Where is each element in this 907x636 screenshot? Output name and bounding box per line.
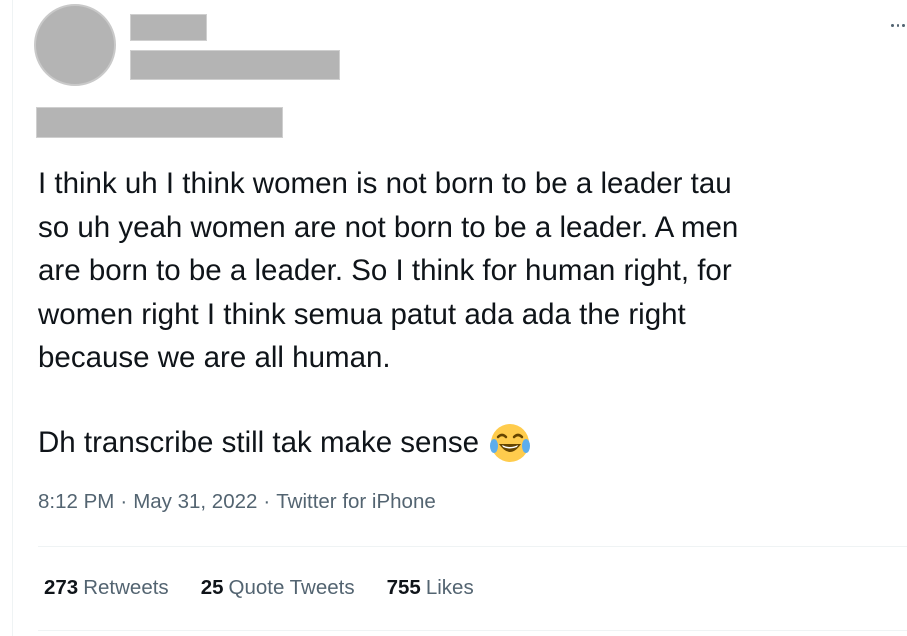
tweet-timestamp-time[interactable]: 8:12 PM xyxy=(38,490,114,514)
tweet-card: I think uh I think women is not born to … xyxy=(0,0,907,636)
avatar[interactable] xyxy=(34,4,116,86)
likes-stat[interactable]: 755 Likes xyxy=(387,576,474,600)
retweets-label: Retweets xyxy=(83,576,169,599)
more-options-icon[interactable] xyxy=(891,24,906,30)
divider xyxy=(38,546,907,547)
retweets-count: 273 xyxy=(44,576,79,599)
redacted-username[interactable] xyxy=(130,50,340,80)
column-border xyxy=(12,0,13,636)
meta-separator: · xyxy=(120,490,128,513)
quote-tweets-stat[interactable]: 25 Quote Tweets xyxy=(201,576,355,600)
tweet-text-line: Dh transcribe still tak make sense xyxy=(38,426,480,459)
tweet-timestamp-date[interactable]: May 31, 2022 xyxy=(133,490,257,514)
redacted-reply-context xyxy=(36,107,283,138)
quote-tweets-count: 25 xyxy=(200,576,224,599)
divider xyxy=(38,630,907,631)
face-with-tears-of-joy-icon xyxy=(489,422,531,464)
tweet-metadata: 8:12 PM · May 31, 2022 · Twitter for iPh… xyxy=(38,490,436,514)
tweet-source[interactable]: Twitter for iPhone xyxy=(276,490,436,514)
likes-label: Likes xyxy=(425,576,474,599)
likes-count: 755 xyxy=(386,576,421,599)
tweet-text: I think uh I think women is not born to … xyxy=(38,167,739,374)
retweets-stat[interactable]: 273 Retweets xyxy=(44,576,169,600)
quote-tweets-label: Quote Tweets xyxy=(228,576,355,599)
engagement-stats: 273 Retweets 25 Quote Tweets 755 Likes xyxy=(44,576,474,600)
meta-separator: · xyxy=(263,490,271,513)
redacted-display-name[interactable] xyxy=(130,14,207,41)
tweet-text-second-paragraph: Dh transcribe still tak make sense xyxy=(38,421,898,465)
